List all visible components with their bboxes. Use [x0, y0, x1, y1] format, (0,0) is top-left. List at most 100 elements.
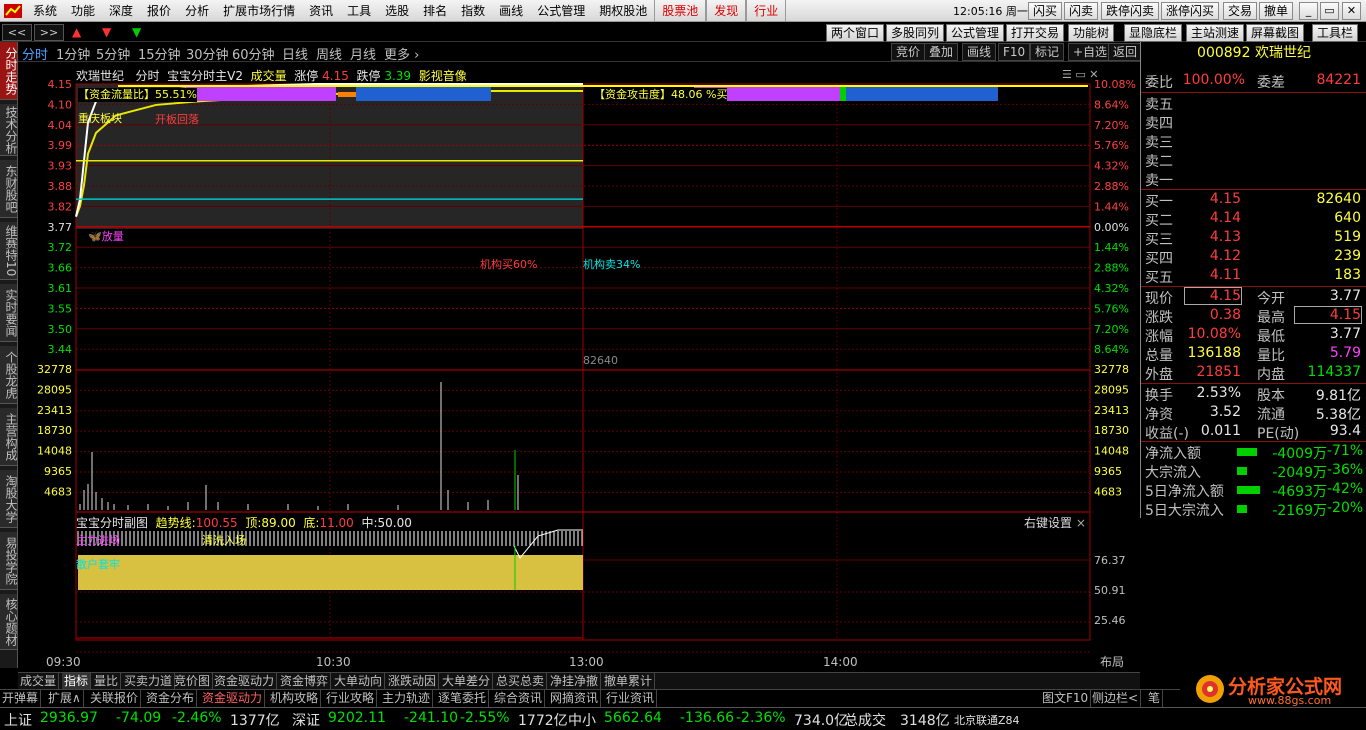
info-tab-7[interactable]: 主力轨迹: [380, 690, 434, 708]
info-tab-5[interactable]: 机构攻略: [268, 690, 322, 708]
left-tab-8[interactable]: 易投学院: [0, 532, 18, 590]
left-tab-2[interactable]: 东财股吧: [0, 160, 18, 218]
left-tab-9[interactable]: 核心题材: [0, 594, 18, 650]
menu-item-0[interactable]: 系统: [26, 0, 64, 22]
down-green-arrow-icon[interactable]: ▼: [132, 25, 141, 39]
period-tab-5[interactable]: 60分钟: [232, 44, 275, 63]
indicator-tab-12[interactable]: 撤单累计: [602, 673, 656, 690]
toolbar-button-0[interactable]: 两个窗口: [826, 24, 885, 42]
menu-item-8[interactable]: 选股: [378, 0, 416, 22]
period-tab-1[interactable]: 1分钟: [56, 44, 90, 63]
info-tab-2[interactable]: 关联报价: [88, 690, 142, 708]
indicator-tab-0[interactable]: 成交量: [18, 673, 60, 690]
top-button-3[interactable]: 涨停闪买: [1161, 2, 1220, 20]
menu-item-1[interactable]: 功能: [64, 0, 102, 22]
sub-chart-title[interactable]: 宝宝分时副图: [76, 516, 148, 530]
period-tab-4[interactable]: 30分钟: [186, 44, 229, 63]
period-tab-7[interactable]: 周线: [316, 44, 342, 63]
menu-red-item-1[interactable]: 发现: [706, 0, 747, 22]
server-link[interactable]: 北京联通Z84: [954, 712, 1020, 728]
left-tab-4[interactable]: 实时要闻: [0, 284, 18, 342]
back-button[interactable]: <<: [2, 24, 32, 41]
chart-tool-0[interactable]: 竞价: [891, 43, 926, 61]
info-tab-8[interactable]: 逐笔委托: [436, 690, 490, 708]
info-tab-6[interactable]: 行业攻略: [324, 690, 378, 708]
maximize-icon[interactable]: ▭: [1320, 2, 1339, 20]
info-right-2[interactable]: 笔: [1146, 690, 1164, 708]
menu-item-4[interactable]: 分析: [178, 0, 216, 22]
menu-item-13[interactable]: 期权股池: [592, 0, 654, 22]
index-0-field-0[interactable]: 上证: [4, 710, 32, 730]
period-tab-3[interactable]: 15分钟: [138, 44, 181, 63]
chart-menu-icon[interactable]: ☰ ▭ ✕: [1062, 68, 1098, 81]
up-arrow-icon[interactable]: ▲: [72, 25, 81, 39]
menu-item-6[interactable]: 资讯: [302, 0, 340, 22]
top-button-2[interactable]: 跌停闪卖: [1101, 2, 1160, 20]
down-arrow-icon[interactable]: ▼: [102, 25, 111, 39]
toolbar-button-5[interactable]: 显隐底栏: [1124, 24, 1183, 42]
menu-item-12[interactable]: 公式管理: [530, 0, 592, 22]
period-tab-2[interactable]: 5分钟: [96, 44, 130, 63]
menu-item-5[interactable]: 扩展市场行情: [216, 0, 302, 22]
chart-tool-4[interactable]: 标记: [1030, 43, 1065, 61]
menu-red-item-2[interactable]: 行业: [746, 0, 787, 22]
index-2-field-0[interactable]: 中小: [568, 710, 596, 730]
menu-item-10[interactable]: 指数: [454, 0, 492, 22]
left-tab-6[interactable]: 主营构成: [0, 408, 18, 466]
menu-red-item-0[interactable]: 股票池: [654, 0, 707, 22]
toolbar-button-3[interactable]: 打开交易: [1006, 24, 1065, 42]
indicator-tab-5[interactable]: 资金驱动力: [212, 673, 278, 690]
period-tab-6[interactable]: 日线: [282, 44, 308, 63]
sub-settings[interactable]: 右键设置 ×: [1024, 514, 1086, 531]
indicator-tab-3[interactable]: 买卖力道: [122, 673, 176, 690]
info-tab-9[interactable]: 综合资讯: [492, 690, 546, 708]
left-tab-5[interactable]: 个股龙虎: [0, 346, 18, 404]
indicator-tab-6[interactable]: 资金博弈: [278, 673, 332, 690]
toolbar-button-6[interactable]: 主站测速: [1186, 24, 1245, 42]
indicator-tab-10[interactable]: 总买总卖: [494, 673, 548, 690]
left-tab-7[interactable]: 淘股大学: [0, 470, 18, 528]
toolbar-button-4[interactable]: 功能树: [1068, 24, 1115, 42]
chart-tool-1[interactable]: 叠加: [924, 43, 959, 61]
left-tab-3[interactable]: 维赛特10: [0, 222, 18, 280]
menu-item-3[interactable]: 报价: [140, 0, 178, 22]
toolbar-button-1[interactable]: 多股同列: [886, 24, 945, 42]
info-tab-11[interactable]: 行业资讯: [604, 690, 658, 708]
info-tab-3[interactable]: 资金分布: [144, 690, 198, 708]
chart-tool-5[interactable]: +自选: [1068, 43, 1113, 61]
period-tab-8[interactable]: 月线: [350, 44, 376, 63]
menu-item-11[interactable]: 画线: [492, 0, 530, 22]
left-tab-1[interactable]: 技术分析: [0, 104, 18, 156]
chart-tool-3[interactable]: F10: [998, 43, 1031, 61]
menu-item-9[interactable]: 排名: [416, 0, 454, 22]
period-tab-9[interactable]: 更多 ›: [384, 44, 419, 63]
close-icon[interactable]: ✕: [1342, 2, 1361, 20]
menu-item-7[interactable]: 工具: [340, 0, 378, 22]
chart-tool-6[interactable]: 返回: [1108, 43, 1143, 61]
info-right-0[interactable]: 图文F10: [1040, 690, 1092, 708]
indicator-tab-4[interactable]: 竞价图: [172, 673, 214, 690]
menu-item-2[interactable]: 深度: [102, 0, 140, 22]
indicator-tab-8[interactable]: 涨跌动因: [386, 673, 440, 690]
toolbar-button-2[interactable]: 公式管理: [946, 24, 1005, 42]
chart-tool-2[interactable]: 画线: [962, 43, 997, 61]
toolbar-button-7[interactable]: 屏幕截图: [1246, 24, 1305, 42]
info-tab-10[interactable]: 网摘资讯: [548, 690, 602, 708]
minimize-icon[interactable]: _: [1299, 2, 1318, 20]
indicator-tab-7[interactable]: 大单动向: [332, 673, 386, 690]
indicator-tab-1[interactable]: 指标: [62, 673, 92, 690]
top-button-0[interactable]: 闪买: [1028, 2, 1063, 20]
index-1-field-0[interactable]: 深证: [292, 710, 320, 730]
top-button-4[interactable]: 交易: [1223, 2, 1258, 20]
chart-area[interactable]: 4.15 4.10 4.04 3.99 3.93 3.88 3.82 3.77 3.72 3.66…: [18, 62, 1140, 672]
info-tab-1[interactable]: 扩展∧: [46, 690, 84, 708]
toolbar-button-8[interactable]: 工具栏: [1312, 24, 1359, 42]
forward-button[interactable]: >>: [34, 24, 64, 41]
info-tab-0[interactable]: 开弹幕: [0, 690, 42, 708]
top-button-1[interactable]: 闪卖: [1064, 2, 1099, 20]
info-right-1[interactable]: 侧边栏<: [1090, 690, 1142, 708]
indicator-tab-9[interactable]: 大单差分: [440, 673, 494, 690]
left-tab-0[interactable]: 分时走势: [0, 42, 18, 100]
formula-label[interactable]: 宝宝分时主V2: [167, 69, 243, 83]
info-tab-4[interactable]: 资金驱动力: [200, 690, 266, 708]
